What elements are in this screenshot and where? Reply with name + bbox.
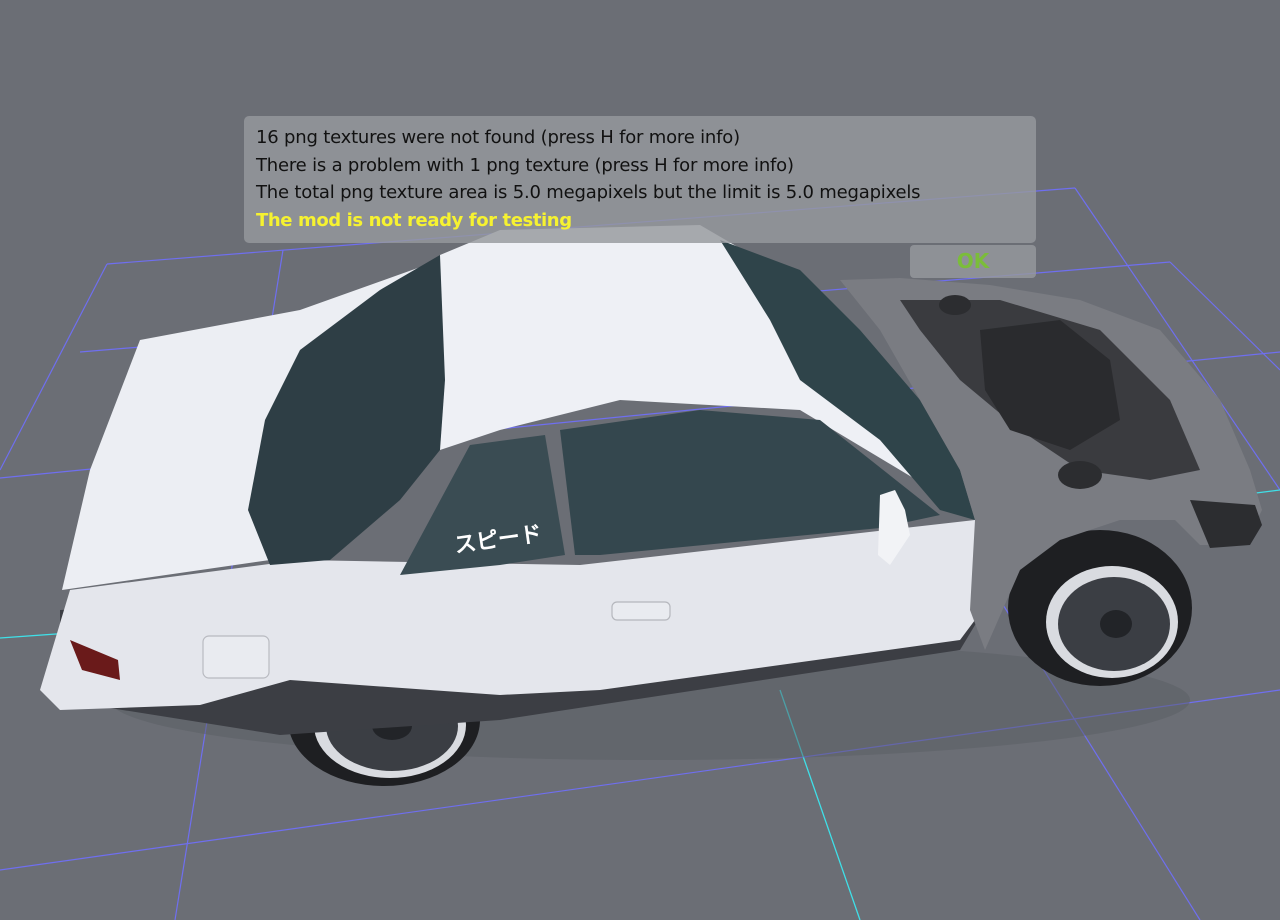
texture-problem-message: There is a problem with 1 png texture (p… <box>256 154 794 176</box>
mod-status-dialog: 16 png textures were not found (press H … <box>244 116 1036 243</box>
ok-button[interactable]: OK <box>910 245 1036 278</box>
texture-area-message: The total png texture area is 5.0 megapi… <box>256 182 921 203</box>
mod-not-ready-status: The mod is not ready for testing <box>256 209 572 231</box>
missing-textures-message: 16 png textures were not found (press H … <box>256 127 740 148</box>
car-body <box>40 225 990 735</box>
